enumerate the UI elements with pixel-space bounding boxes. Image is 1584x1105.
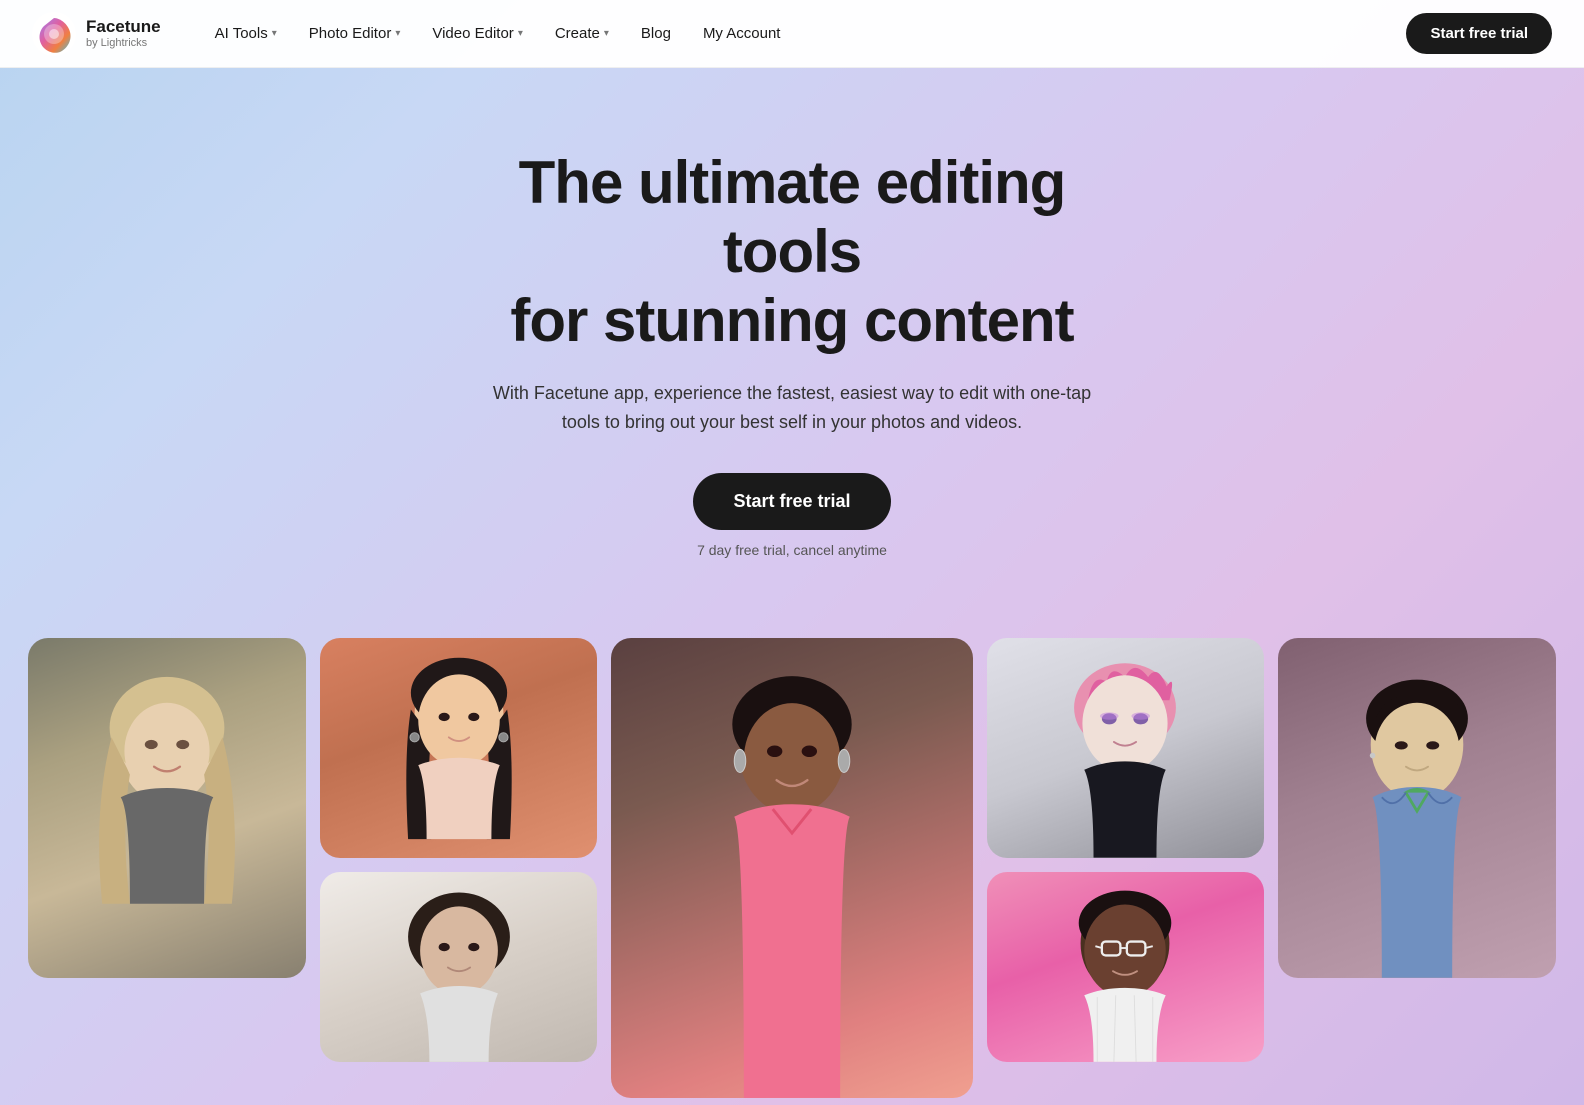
photo-man-pink-bg: [987, 872, 1265, 1062]
hero-content: The ultimate editing tools for stunning …: [412, 68, 1172, 598]
person-silhouette: [648, 655, 937, 1098]
chevron-down-icon: ▾: [518, 28, 523, 39]
photo-col-4: [987, 638, 1265, 1062]
navbar: Facetune by Lightricks AI Tools ▾ Photo …: [0, 0, 1584, 68]
photo-grid: [0, 638, 1584, 1098]
hero-title: The ultimate editing tools for stunning …: [452, 148, 1132, 355]
person-silhouette: [348, 886, 570, 1062]
photo-blonde-woman: [28, 638, 306, 978]
logo-name: Facetune: [86, 17, 161, 37]
photo-asian-woman: [320, 638, 598, 858]
photo-col-3: [611, 638, 972, 1098]
logo-sub: by Lightricks: [86, 37, 161, 50]
person-silhouette: [1014, 654, 1236, 858]
nav-start-free-trial-button[interactable]: Start free trial: [1406, 13, 1552, 54]
person-silhouette: [1014, 886, 1236, 1062]
photo-pink-hair: [987, 638, 1265, 858]
photo-col-1: [28, 638, 306, 978]
logo-link[interactable]: Facetune by Lightricks: [32, 12, 161, 56]
hero-start-free-trial-button[interactable]: Start free trial: [693, 473, 890, 530]
nav-item-ai-tools[interactable]: AI Tools ▾: [201, 17, 291, 50]
photo-woman-curly: [320, 872, 598, 1062]
nav-links: AI Tools ▾ Photo Editor ▾ Video Editor ▾…: [201, 17, 1407, 50]
hero-section: The ultimate editing tools for stunning …: [0, 0, 1584, 1105]
person-silhouette: [348, 654, 570, 858]
logo-icon: [32, 12, 76, 56]
nav-item-create[interactable]: Create ▾: [541, 17, 623, 50]
chevron-down-icon: ▾: [604, 28, 609, 39]
photo-col-2: [320, 638, 598, 1062]
photo-col-5: [1278, 638, 1556, 978]
hero-subtitle: With Facetune app, experience the fastes…: [472, 379, 1112, 437]
photo-asian-man: [1278, 638, 1556, 978]
nav-item-photo-editor[interactable]: Photo Editor ▾: [295, 17, 415, 50]
hero-cta-note: 7 day free trial, cancel anytime: [452, 542, 1132, 558]
person-silhouette: [1306, 663, 1528, 978]
nav-item-my-account[interactable]: My Account: [689, 17, 795, 50]
nav-item-blog[interactable]: Blog: [627, 17, 685, 50]
chevron-down-icon: ▾: [395, 28, 400, 39]
person-silhouette: [56, 663, 278, 978]
photo-dark-woman: [611, 638, 972, 1098]
chevron-down-icon: ▾: [272, 28, 277, 39]
nav-item-video-editor[interactable]: Video Editor ▾: [418, 17, 536, 50]
hero-cta-wrapper: Start free trial 7 day free trial, cance…: [452, 473, 1132, 558]
